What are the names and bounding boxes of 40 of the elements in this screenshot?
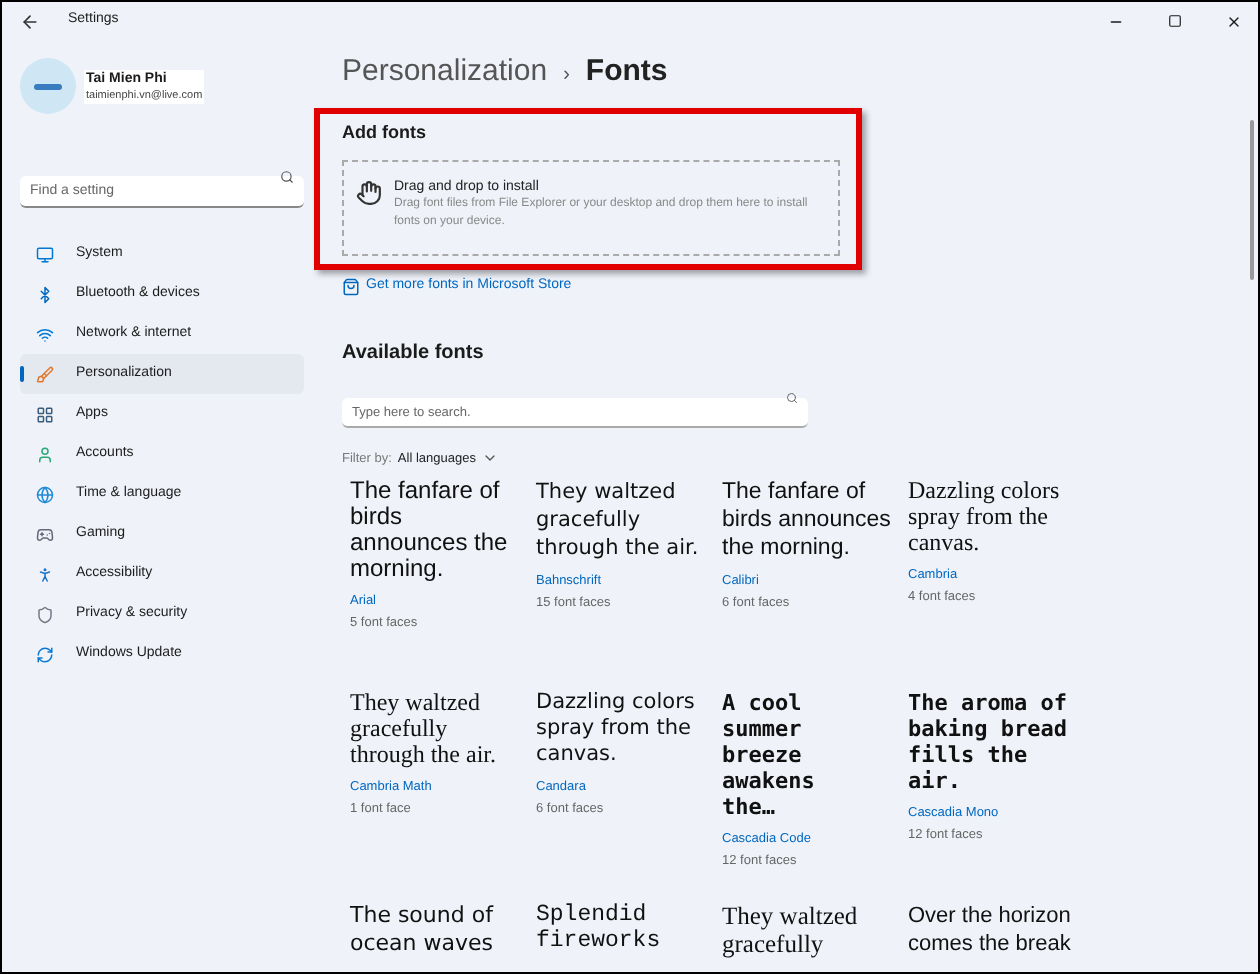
store-bag-icon [342,277,360,296]
update-icon [36,645,54,663]
font-preview: They waltzed gracefully through the air. [536,478,701,563]
font-preview: Dazzling colors spray from the canvas. [908,478,1062,557]
wifi-icon [36,325,54,343]
font-card[interactable]: Splendid fireworks [528,902,714,959]
font-preview: The fanfare of birds announces the morning. [722,478,893,563]
font-preview: The fanfare of birds announces the morning. [350,478,510,583]
gamepad-icon [36,525,54,543]
font-card[interactable]: The sound of ocean waves [342,902,528,959]
bluetooth-icon [36,285,54,303]
globe-icon [36,485,54,503]
person-icon [36,445,54,463]
apps-grid-icon [36,405,54,423]
section-heading: Add fonts [342,119,428,145]
avatar [20,58,76,114]
search-icon[interactable] [786,391,798,403]
search-icon[interactable] [280,170,294,184]
font-preview: The aroma of baking bread fills the air. [908,690,1069,795]
hand-pointer-icon [356,180,382,206]
font-preview: The sound of ocean waves [350,902,496,959]
font-preview: Dazzling colors spray from the canvas. [536,690,697,769]
font-preview: They waltzed gracefully [722,902,860,959]
page-title: Fonts [585,52,668,92]
font-preview: They waltzed gracefully through the air. [350,690,498,769]
font-preview: A cool summer breeze awakens the… [722,690,817,821]
selection-indicator [20,366,24,382]
back-icon[interactable] [20,11,40,31]
breadcrumb-separator: › [563,62,570,90]
brush-icon [36,365,54,383]
font-preview: Splendid fireworks [536,902,663,955]
breadcrumb-link[interactable]: Personalization [342,50,548,95]
scrollbar[interactable] [1250,120,1254,280]
accessibility-icon [36,565,54,583]
font-card[interactable]: They waltzed gracefully [714,902,900,959]
close-icon[interactable] [1226,13,1242,29]
maximize-icon[interactable] [1168,14,1182,28]
shield-icon [36,605,54,623]
section-heading: Available fonts [342,339,486,367]
monitor-icon [36,245,54,263]
